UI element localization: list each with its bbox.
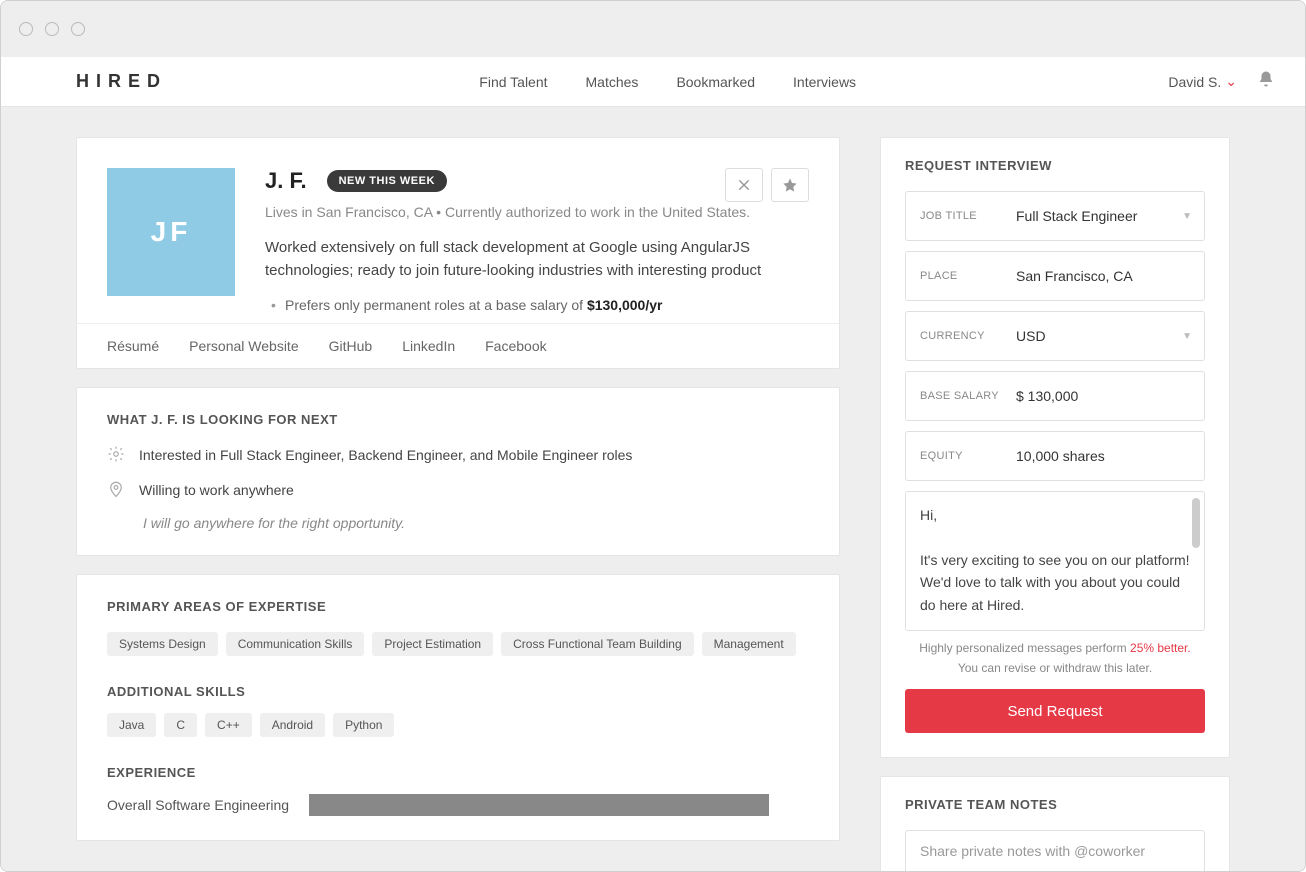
primary-expertise-title: PRIMARY AREAS OF EXPERTISE <box>107 599 809 614</box>
job-title-field[interactable]: JOB TITLE Full Stack Engineer ▼ <box>905 191 1205 241</box>
chip: Python <box>333 713 394 737</box>
candidate-summary: Worked extensively on full stack develop… <box>265 236 785 283</box>
link-linkedin[interactable]: LinkedIn <box>402 338 455 354</box>
candidate-name: J. F. <box>265 168 307 194</box>
chip: Systems Design <box>107 632 218 656</box>
scrollbar[interactable] <box>1192 498 1200 548</box>
window-dot <box>19 22 33 36</box>
link-github[interactable]: GitHub <box>329 338 373 354</box>
place-field[interactable]: PLACE San Francisco, CA <box>905 251 1205 301</box>
link-facebook[interactable]: Facebook <box>485 338 546 354</box>
chip: Management <box>702 632 796 656</box>
additional-skills-title: ADDITIONAL SKILLS <box>107 684 809 699</box>
window-dot <box>71 22 85 36</box>
window-dot <box>45 22 59 36</box>
field-value: San Francisco, CA <box>1016 268 1204 284</box>
chip: C++ <box>205 713 252 737</box>
notes-input[interactable]: Share private notes with @coworker <box>905 830 1205 871</box>
profile-links: Résumé Personal Website GitHub LinkedIn … <box>77 323 839 368</box>
bell-icon[interactable] <box>1257 70 1275 93</box>
nav-interviews[interactable]: Interviews <box>793 74 856 90</box>
logo[interactable]: HIRED <box>76 71 167 92</box>
salary-preference: Prefers only permanent roles at a base s… <box>285 297 809 313</box>
browser-chrome <box>1 1 1305 57</box>
experience-title: EXPERIENCE <box>107 765 809 780</box>
user-menu[interactable]: David S. ⌄ <box>1168 73 1237 90</box>
primary-chips: Systems Design Communication Skills Proj… <box>107 632 809 656</box>
chip: C <box>164 713 197 737</box>
helper-text-1: Highly personalized messages perform 25%… <box>905 641 1205 655</box>
new-badge: NEW THIS WEEK <box>327 170 447 192</box>
team-notes-card: PRIVATE TEAM NOTES Share private notes w… <box>880 776 1230 871</box>
chip: Android <box>260 713 325 737</box>
nav-bookmarked[interactable]: Bookmarked <box>676 74 755 90</box>
dismiss-button[interactable] <box>725 168 763 202</box>
base-salary-field[interactable]: BASE SALARY $ 130,000 <box>905 371 1205 421</box>
location-pref: Willing to work anywhere <box>139 482 294 498</box>
chip: Project Estimation <box>372 632 493 656</box>
gear-icon <box>107 445 125 466</box>
request-interview-card: REQUEST INTERVIEW JOB TITLE Full Stack E… <box>880 137 1230 758</box>
send-request-button[interactable]: Send Request <box>905 689 1205 733</box>
user-name: David S. <box>1168 74 1221 90</box>
nav-matches[interactable]: Matches <box>586 74 639 90</box>
message-text: Hi, It's very exciting to see you on our… <box>920 504 1190 631</box>
bookmark-button[interactable] <box>771 168 809 202</box>
notes-title: PRIVATE TEAM NOTES <box>905 797 1205 812</box>
field-value: Full Stack Engineer <box>1016 208 1204 224</box>
nav-find-talent[interactable]: Find Talent <box>479 74 547 90</box>
message-textarea[interactable]: Hi, It's very exciting to see you on our… <box>905 491 1205 631</box>
additional-chips: Java C C++ Android Python <box>107 713 809 737</box>
chip: Communication Skills <box>226 632 365 656</box>
top-nav: HIRED Find Talent Matches Bookmarked Int… <box>1 57 1305 107</box>
experience-label: Overall Software Engineering <box>107 797 289 813</box>
field-value: 10,000 shares <box>1016 448 1204 464</box>
field-label: BASE SALARY <box>906 390 1016 402</box>
pin-icon <box>107 480 125 501</box>
chevron-down-icon: ▼ <box>1182 211 1192 222</box>
currency-field[interactable]: CURRENCY USD ▼ <box>905 311 1205 361</box>
equity-field[interactable]: EQUITY 10,000 shares <box>905 431 1205 481</box>
experience-bar <box>309 794 769 816</box>
looking-title: WHAT J. F. IS LOOKING FOR NEXT <box>107 412 809 427</box>
field-value: $ 130,000 <box>1016 388 1204 404</box>
field-label: EQUITY <box>906 450 1016 462</box>
field-label: CURRENCY <box>906 330 1016 342</box>
chip: Java <box>107 713 156 737</box>
chip: Cross Functional Team Building <box>501 632 694 656</box>
looking-for-card: WHAT J. F. IS LOOKING FOR NEXT Intereste… <box>76 387 840 556</box>
request-title: REQUEST INTERVIEW <box>905 158 1205 173</box>
chevron-down-icon: ⌄ <box>1225 73 1237 90</box>
candidate-quote: I will go anywhere for the right opportu… <box>143 515 809 531</box>
candidate-meta: Lives in San Francisco, CA • Currently a… <box>265 204 809 220</box>
field-label: JOB TITLE <box>906 210 1016 222</box>
link-resume[interactable]: Résumé <box>107 338 159 354</box>
helper-text-2: You can revise or withdraw this later. <box>905 661 1205 675</box>
field-label: PLACE <box>906 270 1016 282</box>
expertise-card: PRIMARY AREAS OF EXPERTISE Systems Desig… <box>76 574 840 841</box>
avatar: JF <box>107 168 235 296</box>
chevron-down-icon: ▼ <box>1182 331 1192 342</box>
roles-interest: Interested in Full Stack Engineer, Backe… <box>139 447 632 463</box>
field-value: USD <box>1016 328 1204 344</box>
link-website[interactable]: Personal Website <box>189 338 298 354</box>
profile-card: JF J. F. NEW THIS WEEK Lives in San Fran… <box>76 137 840 369</box>
